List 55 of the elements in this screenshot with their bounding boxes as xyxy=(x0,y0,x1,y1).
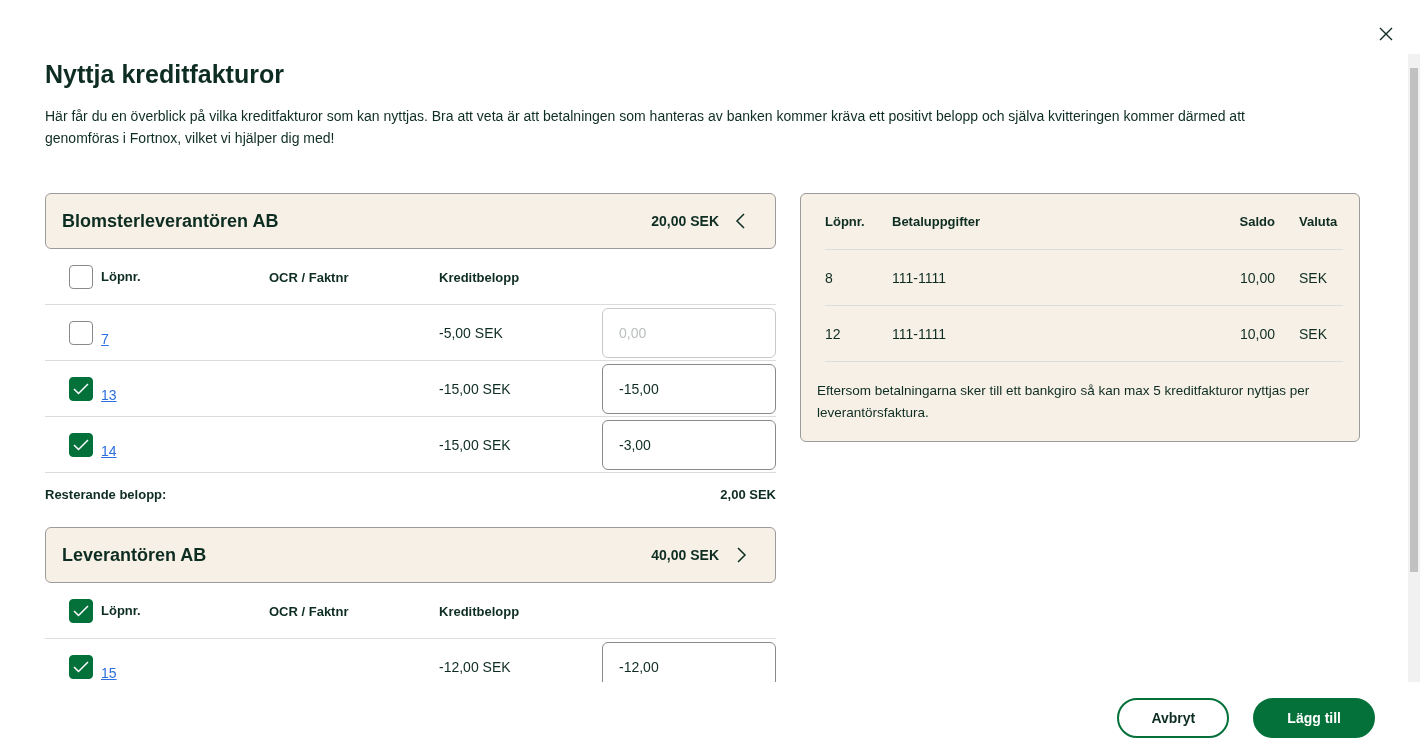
column-header: Saldo xyxy=(1238,214,1276,229)
add-button[interactable]: Lägg till xyxy=(1253,698,1375,738)
payment-note: Eftersom betalningarna sker till ett bankgiro så kan max 5 kreditfakturor nyttjas per leverantörsfaktura. xyxy=(817,382,1311,422)
amount-input[interactable]: -15,00 xyxy=(602,363,776,414)
table-cell-text: SEK xyxy=(1299,269,1328,286)
checkbox[interactable] xyxy=(69,376,93,401)
checkmark-icon xyxy=(73,438,89,451)
table-cell-text: 8 xyxy=(825,269,834,286)
credit-amount: -12,00 SEK xyxy=(439,658,511,675)
column-header: Kreditbelopp xyxy=(439,269,520,285)
invoice-link[interactable]: 7 xyxy=(101,330,109,347)
column-header: Valuta xyxy=(1299,214,1339,229)
checkbox[interactable] xyxy=(69,598,93,623)
amount-input[interactable]: 0,00 xyxy=(602,307,776,358)
checkmark-icon xyxy=(73,382,89,395)
checkbox[interactable] xyxy=(69,320,93,345)
cancel-button[interactable]: Avbryt xyxy=(1117,698,1230,738)
dialog-description: Här får du en överblick på vilka kreditfakturor som kan nyttjas. Bra att veta är att betalningen som hanteras av banken kommer kräva ett positivt belopp och själva kvitteringen kommer därmed att genomföras i Fortnox, vilket vi hjälper dig med! xyxy=(45,107,1246,148)
supplier-header[interactable]: Blomsterleverantören AB 20,00 SEK xyxy=(45,193,776,249)
checkbox[interactable] xyxy=(69,432,93,457)
column-header: OCR / Faktnr xyxy=(269,603,349,619)
table-cell-text: 111-1111 xyxy=(892,325,947,342)
column-header: Löpnr. xyxy=(101,269,141,284)
table-cell-text: SEK xyxy=(1299,325,1328,342)
checkbox[interactable] xyxy=(69,264,93,289)
amount-input[interactable]: -3,00 xyxy=(602,419,776,470)
scrollbar[interactable] xyxy=(1408,54,1420,682)
supplier-total: 40,00 SEK xyxy=(651,547,719,563)
invoice-link[interactable]: 15 xyxy=(101,664,117,681)
remaining-label: Resterande belopp: xyxy=(45,487,167,502)
table-cell-text: 111-1111 xyxy=(892,269,947,286)
amount-input[interactable]: -12,00 xyxy=(602,641,776,682)
table-cell-text: 10,00 xyxy=(1238,269,1276,286)
table-cell-text: 10,00 xyxy=(1238,325,1276,342)
column-header: Betaluppgifter xyxy=(892,214,982,229)
column-header: Löpnr. xyxy=(825,214,866,229)
credit-amount: -15,00 SEK xyxy=(439,436,511,453)
credit-amount: -5,00 SEK xyxy=(439,324,503,341)
supplier-name: Blomsterleverantören AB xyxy=(62,210,280,232)
close-icon xyxy=(1379,27,1393,41)
dialog-title: Nyttja kreditfakturor xyxy=(45,60,285,89)
supplier-header[interactable]: Leverantören AB 40,00 SEK xyxy=(45,527,776,583)
supplier-total: 20,00 SEK xyxy=(651,213,719,229)
column-header: OCR / Faktnr xyxy=(269,269,349,285)
remaining-amount: 2,00 SEK xyxy=(720,487,776,502)
credit-amount: -15,00 SEK xyxy=(439,380,511,397)
column-header: Kreditbelopp xyxy=(439,603,520,619)
checkmark-icon xyxy=(73,660,89,673)
column-header: Löpnr. xyxy=(101,603,141,618)
checkmark-icon xyxy=(73,604,89,617)
invoice-link[interactable]: 13 xyxy=(101,386,117,403)
table-cell-text: 12 xyxy=(825,325,842,342)
checkbox[interactable] xyxy=(69,654,93,679)
invoice-link[interactable]: 14 xyxy=(101,442,117,459)
supplier-name: Leverantören AB xyxy=(62,544,208,566)
